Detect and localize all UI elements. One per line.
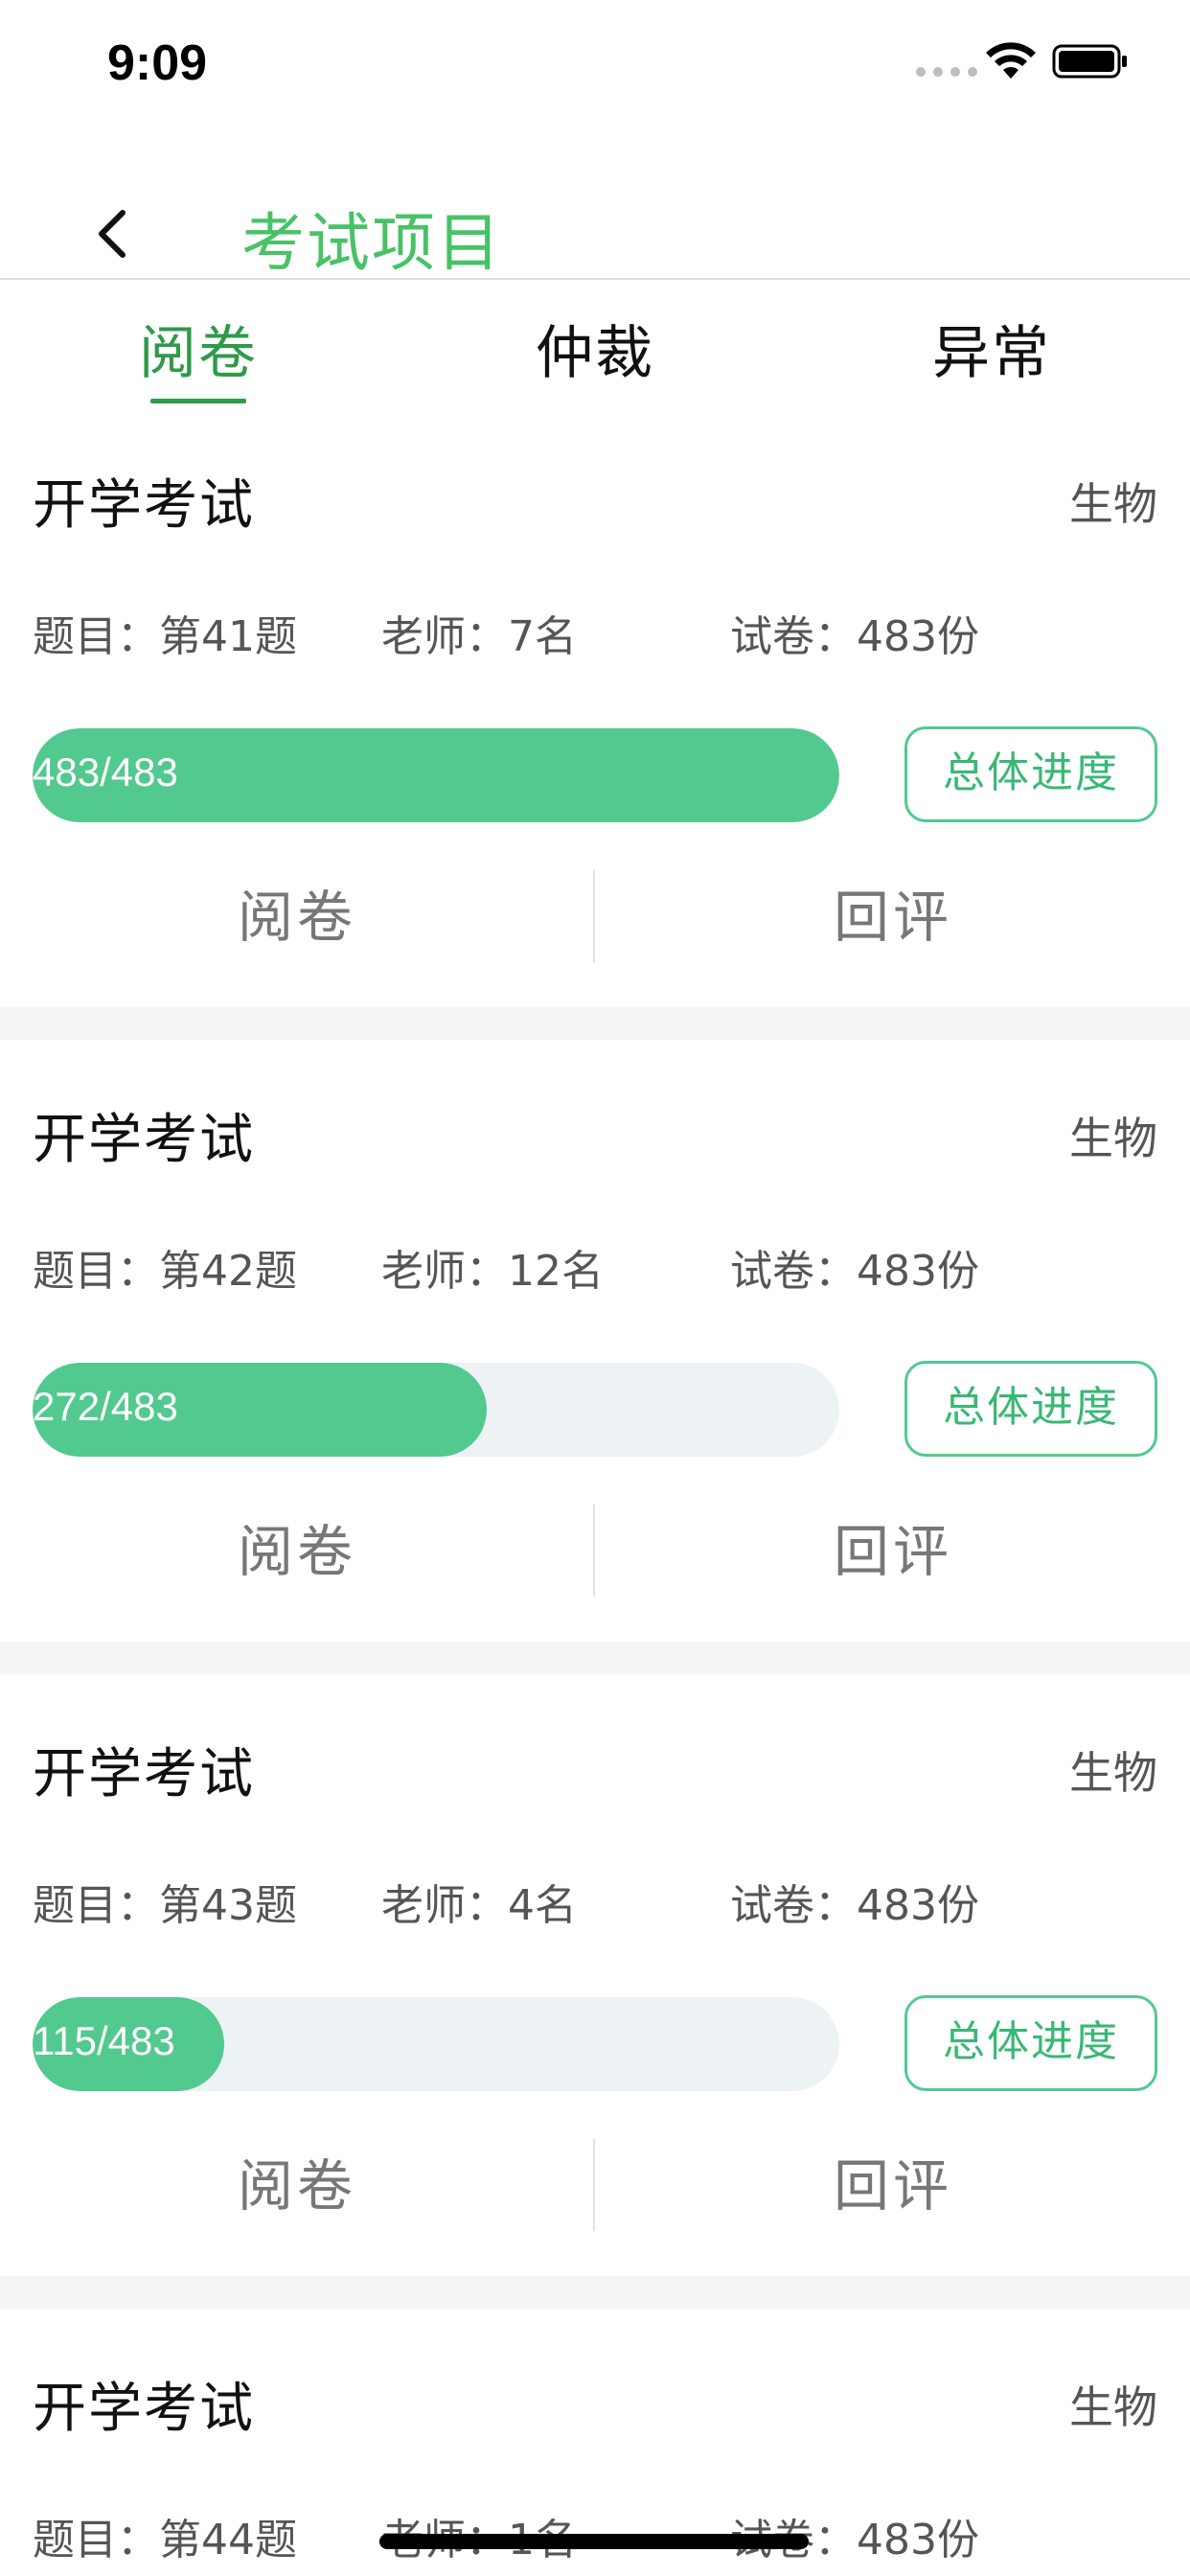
paper-info: 试卷：483份 xyxy=(730,1247,979,1296)
review-button[interactable]: 阅卷 xyxy=(0,2133,594,2239)
overall-progress-button[interactable]: 总体进度 xyxy=(904,726,1157,822)
exam-title: 开学考试 xyxy=(33,1743,255,1806)
question-info: 题目：第41题 xyxy=(33,612,297,661)
progress-text: 483/483 xyxy=(33,749,178,794)
divider xyxy=(593,870,595,962)
battery-icon xyxy=(1052,44,1127,79)
card-separator xyxy=(0,2276,1190,2309)
review-button[interactable]: 阅卷 xyxy=(0,864,594,970)
progress-bar: 115/483 xyxy=(33,1997,839,2091)
rescore-button[interactable]: 回评 xyxy=(596,1499,1190,1604)
status-time: 9:09 xyxy=(107,35,208,91)
teacher-info: 老师：12名 xyxy=(381,1247,604,1296)
signal-icon xyxy=(916,67,977,77)
rescore-button[interactable]: 回评 xyxy=(596,2133,1190,2239)
paper-info: 试卷：483份 xyxy=(730,1881,979,1930)
wifi-icon xyxy=(986,42,1036,79)
subject-label: 生物 xyxy=(1069,2381,1157,2433)
exam-card: 开学考试 生物 题目：第43题 老师：4名 试卷：483份 115/483 总体… xyxy=(0,1681,1190,2283)
card-actions: 阅卷 回评 xyxy=(0,1499,1190,1604)
teacher-info: 老师：4名 xyxy=(381,1881,577,1930)
page: 9:09 考试项目 阅卷 仲裁 异常 开学考试 生物 题目：第41题 老师：7名… xyxy=(0,0,1190,2576)
info-row: 题目：第42题 老师：12名 试卷：483份 xyxy=(33,1236,1163,1296)
progress-bar: 483/483 xyxy=(33,728,839,822)
subject-label: 生物 xyxy=(1069,478,1157,530)
question-info: 题目：第42题 xyxy=(33,1247,297,1296)
card-separator xyxy=(0,1007,1190,1040)
tab-review[interactable]: 阅卷 xyxy=(0,307,397,390)
exam-title: 开学考试 xyxy=(33,2378,255,2440)
status-bar: 9:09 xyxy=(0,0,1190,126)
card-actions: 阅卷 回评 xyxy=(0,2133,1190,2239)
back-icon[interactable] xyxy=(92,207,134,261)
home-indicator xyxy=(379,2534,809,2549)
overall-progress-button[interactable]: 总体进度 xyxy=(904,1361,1157,1457)
progress-text: 115/483 xyxy=(33,2018,175,2063)
info-row: 题目：第43题 老师：4名 试卷：483份 xyxy=(33,1871,1163,1930)
progress-bar: 272/483 xyxy=(33,1363,839,1457)
question-info: 题目：第43题 xyxy=(33,1881,297,1930)
divider xyxy=(593,1505,595,1597)
page-title: 考试项目 xyxy=(241,206,502,280)
info-row: 题目：第41题 老师：7名 试卷：483份 xyxy=(33,602,1163,661)
tab-indicator xyxy=(150,399,246,403)
tab-exception[interactable]: 异常 xyxy=(793,307,1190,390)
nav-bar: 考试项目 xyxy=(0,169,1190,280)
subject-label: 生物 xyxy=(1069,1113,1157,1164)
paper-info: 试卷：483份 xyxy=(730,612,979,661)
exam-title: 开学考试 xyxy=(33,1109,255,1171)
progress-text: 272/483 xyxy=(33,1384,178,1429)
divider xyxy=(593,2139,595,2231)
overall-progress-button[interactable]: 总体进度 xyxy=(904,1995,1157,2091)
tab-bar: 阅卷 仲裁 异常 xyxy=(0,280,1190,412)
teacher-info: 老师：7名 xyxy=(381,612,577,661)
exam-card: 开学考试 生物 题目：第41题 老师：7名 试卷：483份 483/483 总体… xyxy=(0,412,1190,1014)
review-button[interactable]: 阅卷 xyxy=(0,1499,594,1604)
exam-card: 开学考试 生物 题目：第42题 老师：12名 试卷：483份 272/483 总… xyxy=(0,1046,1190,1648)
subject-label: 生物 xyxy=(1069,1747,1157,1799)
card-separator xyxy=(0,1642,1190,1674)
tab-arbitration[interactable]: 仲裁 xyxy=(397,307,793,390)
question-info: 题目：第44题 xyxy=(33,2516,297,2564)
card-actions: 阅卷 回评 xyxy=(0,864,1190,970)
rescore-button[interactable]: 回评 xyxy=(596,864,1190,970)
exam-title: 开学考试 xyxy=(33,474,255,537)
